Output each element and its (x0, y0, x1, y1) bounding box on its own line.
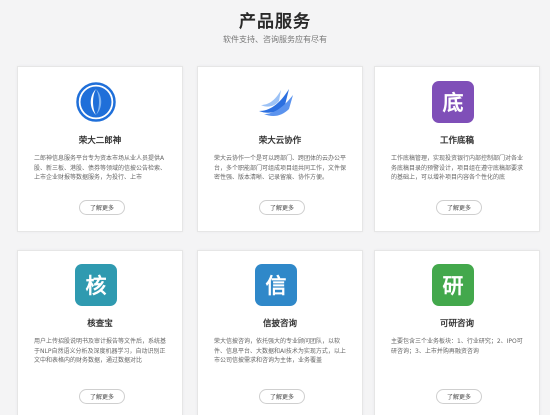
product-description: 荣大云协作一个是可以跨部门、跨团体的云办公平台，多个职能部门可组成项目组共同工作… (214, 155, 347, 181)
xin-character-icon: 信 (255, 264, 297, 306)
product-card-disclosure-consulting: 信 信披咨询 荣大信披咨询，依托强大的专业顾问团队，以软件、信息平台、大数据和A… (197, 250, 363, 415)
page-title: 产品服务 (239, 12, 311, 32)
yan-character-icon: 研 (432, 264, 474, 306)
he-character-icon: 核 (75, 264, 117, 306)
page-subtitle: 软件支持、咨询服务应有尽有 (223, 35, 327, 44)
product-name: 核查宝 (87, 319, 113, 329)
product-card-cloud-collab: 荣大云协作 荣大云协作一个是可以跨部门、跨团体的云办公平台，多个职能部门可组成项… (197, 66, 363, 232)
product-description: 荣大信披咨询，依托强大的专业顾问团队，以软件、信息平台、大数据和AI技术为实现方… (214, 338, 346, 364)
product-description: 工作底稿管理，实现投资银行内部控制部门对各业务底稿目录的预警设计，项目组在遵守底… (391, 155, 524, 181)
learn-more-button[interactable]: 了解更多 (436, 200, 482, 215)
learn-more-button[interactable]: 了解更多 (436, 389, 482, 404)
product-card-working-papers: 底 工作底稿 工作底稿管理，实现投资银行内部控制部门对各业务底稿目录的预警设计，… (374, 66, 540, 232)
di-character-icon: 底 (432, 81, 474, 123)
product-name: 荣大二郎神 (78, 136, 122, 146)
product-name: 工作底稿 (439, 136, 474, 146)
product-card-research-consulting: 研 可研咨询 主要包含三个业务板块：1、行业研究；2、IPO可研咨询；3、上市并… (374, 250, 540, 415)
product-name: 荣大云协作 (258, 136, 302, 146)
product-card-erlangshen: 荣大二郎神 二郎神信息服务平台专为资本市场从业人员提供A股、新三板、港股、债券等… (17, 66, 183, 232)
learn-more-button[interactable]: 了解更多 (259, 200, 305, 215)
learn-more-button[interactable]: 了解更多 (79, 389, 125, 404)
product-description: 二郎神信息服务平台专为资本市场从业人员提供A股、新三板、港股、债券等领域的信披公… (34, 155, 167, 181)
product-card-verification: 核 核查宝 用户上传招股说明书及审计报告等文件后，系统基于NLP自然语义分析及深… (17, 250, 183, 415)
product-name: 信披咨询 (262, 319, 297, 329)
cloud-collab-logo-icon (255, 81, 297, 123)
learn-more-button[interactable]: 了解更多 (79, 200, 125, 215)
erlangshen-logo-icon (75, 81, 117, 123)
product-description: 主要包含三个业务板块：1、行业研究；2、IPO可研咨询；3、上市并购再融资咨询 (391, 338, 523, 355)
learn-more-button[interactable]: 了解更多 (259, 389, 305, 404)
product-description: 用户上传招股说明书及审计报告等文件后，系统基于NLP自然语义分析及深度机器学习，… (34, 338, 167, 364)
product-name: 可研咨询 (439, 319, 474, 329)
